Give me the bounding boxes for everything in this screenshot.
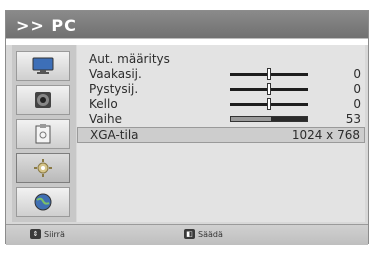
menu-row-v-position[interactable]: Pystysij. 0 (77, 82, 365, 97)
phase-bar-fill (231, 117, 272, 121)
move-hint-label: Siirrä (44, 229, 65, 239)
menu-row-label: Vaihe (89, 112, 122, 126)
sidebar-item-settings[interactable] (16, 153, 70, 183)
header-strip (6, 38, 368, 45)
gear-icon (34, 159, 52, 177)
menu-row-value: 0 (353, 82, 361, 96)
menu-row-phase[interactable]: Vaihe 53 (77, 112, 365, 127)
phase-bar[interactable] (230, 116, 308, 122)
osd-window: >> PC Aut. määritys Vaakasij. 0 Pystysij… (5, 10, 369, 245)
menu-row-clock[interactable]: Kello 0 (77, 97, 365, 112)
sidebar-item-globe[interactable] (16, 187, 70, 217)
settings-panel: Aut. määritys Vaakasij. 0 Pystysij. 0 Ke… (77, 45, 365, 222)
menu-row-label: Aut. määritys (89, 52, 170, 66)
adjust-hint: ◧ Säädä (184, 229, 223, 239)
monitor-icon (32, 57, 54, 74)
menu-row-auto-config[interactable]: Aut. määritys (77, 52, 365, 67)
speaker-icon (35, 92, 51, 108)
h-position-slider[interactable] (230, 68, 308, 80)
menu-row-h-position[interactable]: Vaakasij. 0 (77, 67, 365, 82)
sidebar-item-picture[interactable] (16, 51, 70, 81)
adjust-key-icon: ◧ (184, 229, 195, 239)
osd-header: >> PC (6, 11, 368, 45)
menu-row-value: 0 (353, 67, 361, 81)
globe-icon (34, 193, 52, 211)
v-position-slider[interactable] (230, 83, 308, 95)
menu-row-label: Vaakasij. (89, 67, 142, 81)
menu-row-value: 0 (353, 97, 361, 111)
sidebar-item-setup[interactable] (16, 119, 70, 149)
slider-thumb[interactable] (267, 83, 271, 95)
sidebar (12, 45, 76, 222)
sidebar-item-sound[interactable] (16, 85, 70, 115)
move-key-icon: ⇕ (30, 229, 41, 239)
adjust-hint-label: Säädä (198, 229, 223, 239)
slider-thumb[interactable] (267, 98, 271, 110)
footer-hints: ⇕ Siirrä ◧ Säädä (6, 224, 368, 245)
menu-row-value: 1024 x 768 (291, 128, 360, 142)
clock-slider[interactable] (230, 98, 308, 110)
menu-row-value: 53 (345, 112, 361, 126)
menu-row-xga-mode[interactable]: XGA-tila 1024 x 768 (77, 127, 365, 143)
clipboard-icon (35, 124, 51, 144)
slider-thumb[interactable] (267, 68, 271, 80)
menu-row-label: Kello (89, 97, 118, 111)
menu-row-label: Pystysij. (89, 82, 139, 96)
menu-row-label: XGA-tila (90, 128, 139, 142)
move-hint: ⇕ Siirrä (30, 229, 65, 239)
page-title: >> PC (16, 16, 77, 35)
